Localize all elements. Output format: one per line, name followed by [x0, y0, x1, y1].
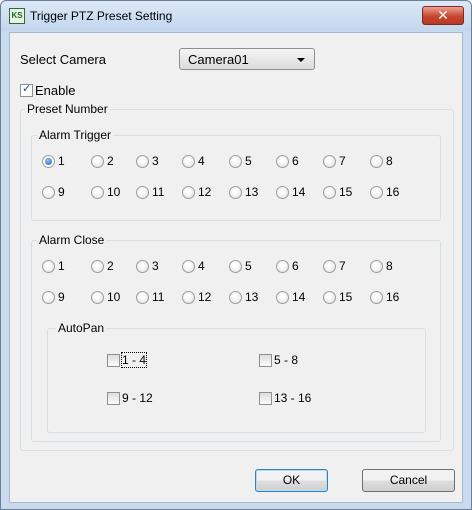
- radio-button[interactable]: [182, 155, 195, 168]
- radio-button[interactable]: [91, 260, 104, 273]
- radio-label: 5: [245, 154, 252, 168]
- dialog-window: KS Trigger PTZ Preset Setting ✕ Select C…: [0, 0, 472, 510]
- radio-label: 16: [386, 290, 400, 304]
- radio-label: 15: [339, 290, 353, 304]
- radio-button[interactable]: [91, 155, 104, 168]
- autopan-checkbox-box[interactable]: [107, 392, 120, 405]
- radio-label: 16: [386, 185, 400, 199]
- radio-button[interactable]: [323, 260, 336, 273]
- camera-select[interactable]: Camera01: [179, 48, 315, 70]
- radio-button[interactable]: [276, 186, 289, 199]
- radio-button[interactable]: [42, 155, 55, 168]
- radio-button[interactable]: [136, 155, 149, 168]
- ok-button[interactable]: OK: [255, 469, 328, 492]
- radio-button[interactable]: [136, 186, 149, 199]
- radio-button[interactable]: [182, 291, 195, 304]
- radio-label: 8: [386, 154, 393, 168]
- radio-label: 11: [152, 185, 165, 199]
- autopan-group: AutoPan 1 - 4 5 - 8 9 - 12 13 - 16: [47, 321, 426, 433]
- radio-button[interactable]: [136, 260, 149, 273]
- close-button[interactable]: ✕: [422, 6, 464, 25]
- radio-label: 1: [58, 259, 65, 273]
- radio-button[interactable]: [42, 260, 55, 273]
- radio-label: 9: [58, 290, 65, 304]
- radio-button[interactable]: [229, 155, 242, 168]
- enable-label: Enable: [35, 83, 76, 98]
- radio-dot-icon: [45, 158, 52, 165]
- radio-button[interactable]: [323, 155, 336, 168]
- autopan-checkbox-box[interactable]: [107, 354, 120, 367]
- preset-number-group: Preset Number Alarm Trigger 1 2 3 4 5 6 7 8 9 10 1…: [20, 102, 454, 451]
- radio-label: 3: [152, 154, 159, 168]
- radio-button[interactable]: [91, 291, 104, 304]
- radio-label: 8: [386, 259, 393, 273]
- radio-button[interactable]: [229, 291, 242, 304]
- autopan-option-label: 5 - 8: [274, 353, 299, 367]
- radio-button[interactable]: [276, 291, 289, 304]
- radio-label: 14: [292, 290, 306, 304]
- radio-button[interactable]: [42, 186, 55, 199]
- radio-label: 10: [107, 185, 121, 199]
- alarm-trigger-label: Alarm Trigger: [37, 128, 114, 142]
- alarm-close-group: Alarm Close 1 2 3 4 5 6 7 8 9 10 11 12 13 14 15 16 Auto…: [31, 233, 441, 442]
- radio-label: 11: [152, 290, 165, 304]
- radio-label: 6: [292, 259, 299, 273]
- camera-select-value: Camera01: [188, 52, 249, 67]
- radio-label: 10: [107, 290, 121, 304]
- radio-label: 9: [58, 185, 65, 199]
- autopan-option-label: 13 - 16: [274, 391, 312, 405]
- checkmark-icon: ✓: [22, 83, 32, 95]
- radio-button[interactable]: [370, 291, 383, 304]
- radio-label: 14: [292, 185, 306, 199]
- autopan-checkbox-box[interactable]: [259, 354, 272, 367]
- radio-button[interactable]: [182, 186, 195, 199]
- radio-button[interactable]: [370, 260, 383, 273]
- radio-label: 7: [339, 259, 346, 273]
- autopan-label: AutoPan: [56, 321, 107, 335]
- alarm-close-label: Alarm Close: [37, 233, 107, 247]
- radio-label: 5: [245, 259, 252, 273]
- app-icon: KS: [9, 8, 25, 24]
- radio-button[interactable]: [370, 155, 383, 168]
- radio-label: 6: [292, 154, 299, 168]
- radio-label: 13: [245, 185, 259, 199]
- alarm-trigger-group: Alarm Trigger 1 2 3 4 5 6 7 8 9 10 11 12 13 14 15 16: [31, 128, 441, 221]
- radio-label: 1: [58, 154, 65, 168]
- title-bar[interactable]: KS Trigger PTZ Preset Setting ✕: [1, 1, 471, 31]
- radio-button[interactable]: [276, 260, 289, 273]
- enable-checkbox-box[interactable]: ✓: [20, 83, 33, 97]
- radio-button[interactable]: [229, 186, 242, 199]
- cancel-button[interactable]: Cancel: [362, 469, 455, 492]
- dialog-content: Select Camera Camera01 ✓ Enable Preset N…: [9, 32, 463, 503]
- radio-label: 4: [198, 154, 205, 168]
- radio-label: 2: [107, 259, 114, 273]
- preset-number-label: Preset Number: [25, 102, 110, 116]
- radio-button[interactable]: [229, 260, 242, 273]
- autopan-option-label: 9 - 12: [122, 391, 153, 405]
- radio-label: 3: [152, 259, 159, 273]
- radio-label: 7: [339, 154, 346, 168]
- radio-button[interactable]: [323, 291, 336, 304]
- select-camera-label: Select Camera: [20, 52, 106, 67]
- radio-label: 15: [339, 185, 353, 199]
- radio-label: 4: [198, 259, 205, 273]
- radio-label: 13: [245, 290, 259, 304]
- radio-label: 12: [198, 290, 212, 304]
- radio-button[interactable]: [276, 155, 289, 168]
- radio-button[interactable]: [370, 186, 383, 199]
- radio-button[interactable]: [42, 291, 55, 304]
- radio-button[interactable]: [323, 186, 336, 199]
- autopan-checkbox-box[interactable]: [259, 392, 272, 405]
- radio-button[interactable]: [182, 260, 195, 273]
- autopan-option-label: 1 - 4: [120, 352, 148, 368]
- radio-label: 2: [107, 154, 114, 168]
- radio-label: 12: [198, 185, 212, 199]
- radio-button[interactable]: [136, 291, 149, 304]
- window-title: Trigger PTZ Preset Setting: [30, 9, 173, 23]
- close-icon: ✕: [437, 7, 449, 23]
- radio-button[interactable]: [91, 186, 104, 199]
- chevron-down-icon: [297, 58, 305, 62]
